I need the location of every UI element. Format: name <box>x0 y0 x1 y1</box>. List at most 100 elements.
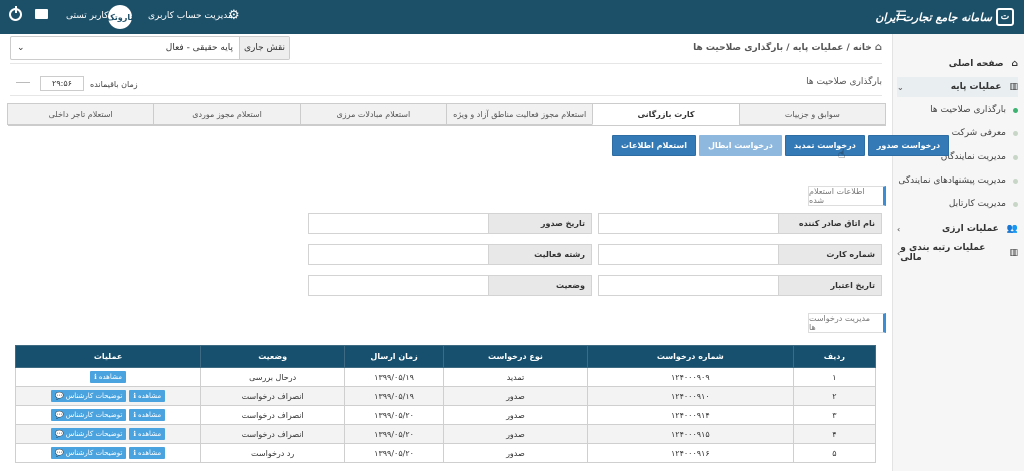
sidebar-item-base-ops[interactable]: ⌄ عملیات پایه ▥ <box>897 77 1018 97</box>
view-button[interactable]: ℹ مشاهده <box>129 447 166 459</box>
sidebar-item-home[interactable]: صفحه اصلی ⌂ <box>897 54 1018 74</box>
role-selector[interactable]: ⌄ پایه حقیقی - فعال نقش جاری <box>10 36 290 60</box>
column-header: ردیف <box>792 345 877 368</box>
sidebar: صفحه اصلی ⌂ ⌄ عملیات پایه ▥ بارگذاری صلاحی… <box>892 34 1024 471</box>
tab-history[interactable]: سوابق و جزییات <box>738 103 886 125</box>
field-label: شماره کارت <box>778 244 882 265</box>
tab-free-zone-license[interactable]: استعلام مجوز فعالیت مناطق آزاد و ویژه <box>446 103 594 125</box>
sidebar-subitem-agency-proposals[interactable]: مدیریت پیشنهادهای نمایندگی <box>897 173 1018 189</box>
home-icon: ⌂ <box>1011 59 1018 69</box>
info-icon: ℹ <box>133 430 136 438</box>
collapse-icon[interactable] <box>16 82 30 83</box>
sidebar-subitem-upload-qualifications[interactable]: بارگذاری صلاحیت ها <box>897 102 1018 118</box>
sidebar-item-label: عملیات پایه <box>950 82 1002 92</box>
notes-label: توضیحات کارشناس <box>65 411 123 419</box>
tab-case-license[interactable]: استعلام مجوز موردی <box>153 103 301 125</box>
tab-border-exchange[interactable]: استعلام مبادلات مرزی <box>299 103 448 125</box>
view-label: مشاهده <box>137 449 162 457</box>
activity-field <box>308 244 488 265</box>
mouse-cursor-icon: ☝ <box>838 147 846 161</box>
type-cell: صدور <box>442 443 588 463</box>
index-cell: ۴ <box>792 424 877 444</box>
view-button[interactable]: ℹ مشاهده <box>129 428 166 440</box>
number-cell: ۱۲۴۰۰۰۹۱۶ <box>586 443 794 463</box>
requests-section-header: مدیریت درخواست ها <box>808 313 886 333</box>
breadcrumb-separator: / <box>846 43 850 53</box>
breadcrumb-section[interactable]: عملیات پایه <box>793 43 844 53</box>
active-dot-icon <box>1013 108 1018 113</box>
issue-date-field <box>308 213 488 234</box>
column-header: زمان ارسال <box>344 345 444 368</box>
validity-date-field <box>598 275 778 296</box>
table-header-row: عملیات وضعیت زمان ارسال نوع درخواست شمار… <box>14 345 877 368</box>
status-cell: انصراف درخواست <box>200 424 346 444</box>
breadcrumb-home[interactable]: خانه <box>853 43 872 53</box>
chevron-left-icon: ‹ <box>897 224 901 234</box>
column-header: شماره درخواست <box>586 345 794 368</box>
sidebar-subitem-cartable[interactable]: مدیریت کارتابل <box>897 196 1018 212</box>
breadcrumb: ⌂ خانه / عملیات پایه / بارگذاری صلاحیت ه… <box>693 42 882 53</box>
date-cell: ۱۳۹۹/۰۵/۲۰ <box>344 424 444 444</box>
page-title: بارگذاری صلاحیت ها <box>806 77 882 87</box>
inquiry-section-header: اطلاعات استعلام شده <box>808 186 886 206</box>
top-bar: سامانه جامع تجارت ایران ت ☰ ⚙ مدیریت حسا… <box>0 0 1024 34</box>
type-cell: صدور <box>442 424 588 444</box>
index-cell: ۵ <box>792 443 877 463</box>
tab-divider <box>8 125 886 126</box>
renew-request-button[interactable]: درخواست تمدید <box>784 135 865 156</box>
hamburger-menu-icon[interactable]: ☰ <box>895 9 907 24</box>
view-button[interactable]: ℹ مشاهده <box>129 390 166 402</box>
cancel-request-button[interactable]: درخواست ابطال <box>698 135 782 156</box>
account-management-link[interactable]: مدیریت حساب کاربری <box>148 11 233 21</box>
column-header: نوع درخواست <box>442 345 588 368</box>
table-row: 💬 توضیحات کارشناس ℹ مشاهده رد درخواست ۱۳۹۹/… <box>14 443 877 463</box>
breadcrumb-page: بارگذاری صلاحیت ها <box>693 43 784 53</box>
power-icon[interactable] <box>9 6 22 21</box>
info-icon: ℹ <box>133 411 136 419</box>
sidebar-item-rating-financial[interactable]: ‹ عملیات رتبه بندی و مالی ▥ <box>897 243 1018 263</box>
tab-commercial-card[interactable]: کارت بازرگانی <box>592 103 740 125</box>
view-button[interactable]: ℹ مشاهده <box>90 371 126 383</box>
sidebar-subitem-label: مدیریت کارتابل <box>948 199 1006 209</box>
notes-label: توضیحات کارشناس <box>65 449 123 457</box>
index-cell: ۱ <box>792 367 877 387</box>
expert-notes-button[interactable]: 💬 توضیحات کارشناس <box>51 428 127 440</box>
view-button[interactable]: ℹ مشاهده <box>129 409 166 421</box>
notes-label: توضیحات کارشناس <box>65 392 123 400</box>
view-label: مشاهده <box>137 430 162 438</box>
status-cell: رد درخواست <box>200 443 346 463</box>
number-cell: ۱۲۴۰۰۰۹۱۵ <box>586 424 794 444</box>
table-row: 💬 توضیحات کارشناس ℹ مشاهده انصراف درخواست ۱… <box>14 405 877 425</box>
issue-request-button[interactable]: درخواست صدور <box>867 135 950 156</box>
field-label: تاریخ صدور <box>488 213 592 234</box>
expert-notes-button[interactable]: 💬 توضیحات کارشناس <box>51 447 127 459</box>
sidebar-item-label: عملیات رتبه بندی و مالی <box>900 243 986 263</box>
type-cell: تمدید <box>442 367 588 387</box>
users-icon: 👥 <box>1006 224 1018 234</box>
user-name: کاربر تستی <box>66 11 109 21</box>
chart-icon: ▥ <box>1009 82 1018 92</box>
status-cell: انصراف درخواست <box>200 386 346 406</box>
sidebar-item-label: صفحه اصلی <box>948 59 1004 69</box>
inquiry-button[interactable]: استعلام اطلاعات <box>612 135 696 156</box>
notes-label: توضیحات کارشناس <box>65 430 123 438</box>
mail-icon[interactable] <box>35 9 48 19</box>
role-select[interactable]: ⌄ پایه حقیقی - فعال <box>11 37 239 59</box>
comment-icon: 💬 <box>55 430 64 438</box>
sidebar-item-currency-ops[interactable]: ‹ عملیات ارزی 👥 <box>897 219 1018 239</box>
dot-icon <box>1013 155 1018 160</box>
form-row: وضعیت <box>308 275 592 296</box>
date-cell: ۱۳۹۹/۰۵/۲۰ <box>344 405 444 425</box>
view-label: مشاهده <box>137 392 162 400</box>
expert-notes-button[interactable]: 💬 توضیحات کارشناس <box>51 390 127 402</box>
dot-icon <box>1013 202 1018 207</box>
card-number-field <box>598 244 778 265</box>
chevron-down-icon: ⌄ <box>17 43 25 53</box>
sidebar-subitem-label: مدیریت نمایندگان <box>940 152 1006 162</box>
view-label: مشاهده <box>137 411 162 419</box>
field-label: رشته فعالیت <box>488 244 592 265</box>
dot-icon <box>1013 131 1018 136</box>
expert-notes-button[interactable]: 💬 توضیحات کارشناس <box>51 409 127 421</box>
avatar[interactable]: تاروتک <box>107 5 133 29</box>
tab-domestic-trader[interactable]: استعلام تاجر داخلی <box>7 103 155 125</box>
